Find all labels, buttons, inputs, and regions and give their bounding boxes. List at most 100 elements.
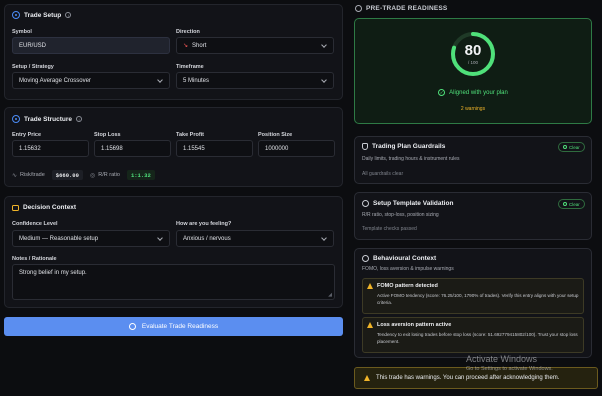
section-title: Trade Setup [24, 11, 62, 19]
notes-label: Notes / Rationale [12, 256, 57, 262]
target-outline-icon [362, 200, 369, 207]
entry-label: Entry Price [12, 132, 42, 138]
pulse-icon: ∿ [12, 172, 18, 179]
feeling-select[interactable]: Anxious / nervous [176, 230, 334, 247]
direction-value: Short [192, 42, 207, 49]
template-subtitle: R/R ratio, stop-loss, position sizing [362, 212, 439, 218]
resize-handle-icon[interactable]: ◢ [328, 292, 332, 298]
fomo-title: FOMO pattern detected [367, 283, 438, 289]
timeframe-label: Timeframe [176, 64, 204, 70]
behavioural-title-label: Behavioural Context [373, 255, 437, 262]
shield-icon [355, 5, 362, 12]
confidence-value: Medium — Reasonable setup [19, 235, 99, 242]
activate-windows-title: Activate Windows [466, 354, 538, 364]
notes-textarea[interactable]: Strong belief in my setup. ◢ [12, 264, 335, 300]
warning-triangle-icon [364, 375, 370, 381]
timeframe-select[interactable]: 5 Minutes [176, 72, 334, 89]
loss-aversion-title: Loss aversion pattern active [367, 322, 451, 328]
target-icon [12, 11, 20, 19]
activate-windows-subtitle: Go to Settings to activate Windows. [466, 366, 553, 372]
warning-triangle-icon [367, 283, 373, 289]
entry-price-input[interactable]: 1.15632 [12, 140, 89, 157]
entry-value: 1.15632 [19, 145, 41, 152]
trade-setup-header: Trade Setup i [12, 11, 72, 19]
rr-value: 1:1.32 [126, 170, 155, 180]
message-icon [12, 204, 19, 211]
section-title: Trade Structure [24, 115, 73, 123]
stop-loss-label: Stop Loss [94, 132, 121, 138]
feeling-label: How are you feeling? [176, 221, 232, 227]
chevron-down-icon [321, 42, 327, 48]
guardrails-subtitle: Daily limits, trading hours & instrument… [362, 156, 460, 162]
guardrails-note: All guardrails clear [362, 171, 404, 177]
symbol-label: Symbol [12, 29, 32, 35]
symbol-input[interactable]: EUR/USD [12, 37, 170, 54]
position-size-input[interactable]: 1000000 [258, 140, 335, 157]
strategy-select[interactable]: Moving Average Crossover [12, 72, 170, 89]
brain-icon [362, 255, 369, 262]
timeframe-value: 5 Minutes [183, 77, 210, 84]
score-max: / 100 [467, 60, 478, 65]
behavioural-title: Behavioural Context [362, 255, 436, 262]
badge-label: Clear [569, 144, 580, 150]
shield-icon [128, 323, 136, 330]
chevron-down-icon [157, 235, 163, 241]
readiness-header: PRE-TRADE READINESS [355, 5, 447, 12]
symbol-value: EUR/USD [19, 42, 47, 49]
behavioural-subtitle: FOMO, loss aversion & impulse warnings [362, 266, 454, 272]
position-size-label: Position Size [258, 132, 293, 138]
trade-structure-header: Trade Structure i [12, 115, 83, 123]
risk-label: Risk/trade [20, 172, 45, 178]
rr-ratio: ◎ R/R ratio 1:1.32 [90, 170, 155, 180]
strategy-value: Moving Average Crossover [19, 77, 91, 84]
check-circle-icon: ✓ [438, 89, 446, 96]
guardrails-title-label: Trading Plan Guardrails [372, 143, 446, 150]
rr-label: R/R ratio [98, 172, 120, 178]
warning-triangle-icon [367, 322, 373, 328]
stop-loss-input[interactable]: 1.15698 [94, 140, 171, 157]
confidence-select[interactable]: Medium — Reasonable setup [12, 230, 170, 247]
badge-label: Clear [569, 201, 580, 207]
guardrails-title: Trading Plan Guardrails [362, 143, 445, 150]
evaluate-label: Evaluate Trade Readiness [141, 323, 219, 330]
target-icon [12, 115, 20, 123]
take-profit-label: Take Profit [176, 132, 205, 138]
evaluate-button[interactable]: Evaluate Trade Readiness [4, 317, 343, 336]
feeling-value: Anxious / nervous [183, 235, 231, 242]
trade-warning-text: This trade has warnings. You can proceed… [376, 375, 560, 381]
template-title: Setup Template Validation [362, 200, 453, 207]
template-status-badge: Clear [558, 199, 585, 209]
strategy-label: Setup / Strategy [12, 64, 54, 70]
chevron-down-icon [321, 77, 327, 83]
position-size-value: 1000000 [265, 145, 289, 152]
take-profit-input[interactable]: 1.15545 [176, 140, 253, 157]
risk-per-trade: ∿ Risk/trade $660.00 [12, 170, 83, 180]
guardrails-status-badge: Clear [558, 142, 585, 152]
template-title-label: Setup Template Validation [373, 200, 454, 207]
stop-loss-value: 1.15698 [101, 145, 123, 152]
score-value: 80 [464, 42, 482, 59]
target-small-icon: ◎ [90, 172, 96, 179]
readiness-status: ✓ Aligned with your plan [354, 89, 592, 96]
confidence-label: Confidence Level [12, 221, 58, 227]
check-circle-icon [563, 145, 567, 149]
loss-aversion-text: Tendency to exit losing trades before st… [377, 332, 578, 344]
chevron-down-icon [321, 235, 327, 241]
info-icon[interactable]: i [76, 116, 83, 122]
decision-context-header: Decision Context [12, 204, 76, 211]
risk-value: $660.00 [51, 170, 83, 180]
warnings-count: 2 warnings [460, 106, 486, 112]
direction-label: Direction [176, 29, 200, 35]
template-note: Template checks passed [362, 226, 417, 232]
chevron-down-icon [157, 77, 163, 83]
trend-down-icon: ↘ [183, 43, 189, 49]
section-title: Decision Context [23, 204, 77, 211]
notes-value: Strong belief in my setup. [19, 270, 87, 276]
fomo-title-label: FOMO pattern detected [377, 283, 438, 289]
info-icon[interactable]: i [65, 12, 72, 18]
take-profit-value: 1.15545 [183, 145, 205, 152]
readiness-status-label: Aligned with your plan [449, 89, 508, 96]
loss-aversion-title-label: Loss aversion pattern active [377, 322, 452, 328]
check-circle-icon [563, 202, 567, 206]
direction-select[interactable]: ↘ Short [176, 37, 334, 54]
